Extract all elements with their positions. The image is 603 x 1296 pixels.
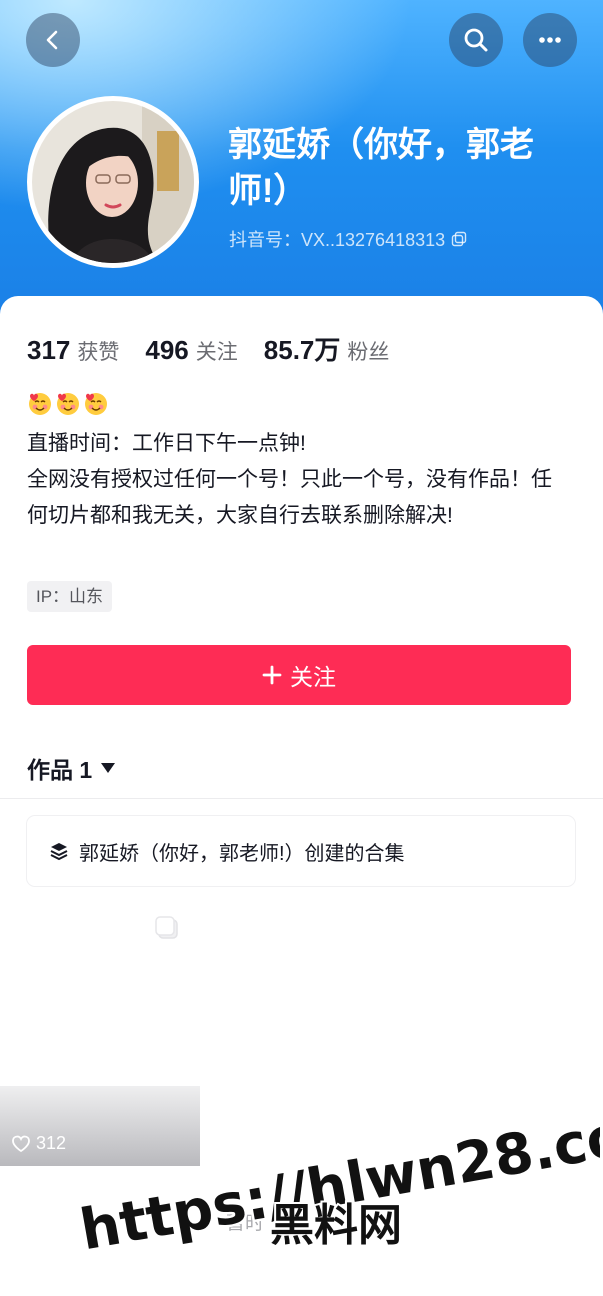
bio-emoji-row bbox=[27, 390, 109, 416]
collection-entry[interactable]: 郭延娇（你好，郭老师!）创建的合集 bbox=[27, 816, 575, 886]
copy-icon[interactable] bbox=[451, 231, 467, 247]
followers-count[interactable]: 85.7万 bbox=[264, 330, 341, 367]
likes-count: 317 bbox=[27, 335, 71, 365]
bio-line: 直播时间：工作日下午一点钟! bbox=[27, 432, 306, 455]
smiling-face-hearts-emoji-icon bbox=[29, 393, 51, 415]
search-button[interactable] bbox=[449, 13, 503, 67]
account-id-text: 抖音号：VX..13276418313 bbox=[229, 230, 446, 250]
profile-nickname: 郭延娇（你好，郭老师!） bbox=[228, 126, 534, 210]
back-button[interactable] bbox=[26, 13, 80, 67]
tab-works[interactable]: 作品 1 bbox=[27, 751, 116, 785]
account-id-row[interactable]: 抖音号：VX..13276418313 bbox=[229, 226, 467, 252]
bio-text: 直播时间：工作日下午一点钟! 全网没有授权过任何一个号！只此一个号，没有作品！任… bbox=[27, 426, 567, 534]
watermark-overlay: https://hlwn28.com 黑料网 bbox=[73, 1091, 600, 1255]
collection-label: 郭延娇（你好，郭老师!）创建的合集 bbox=[79, 842, 405, 865]
more-button[interactable] bbox=[523, 13, 577, 67]
smiling-face-hearts-emoji-icon bbox=[57, 393, 79, 415]
followers-label[interactable]: 粉丝 bbox=[347, 336, 389, 366]
video-like-count-text: 312 bbox=[36, 1133, 67, 1153]
follow-button[interactable]: 关注 bbox=[27, 645, 571, 705]
search-icon bbox=[464, 28, 488, 52]
divider bbox=[0, 798, 603, 799]
image-placeholder-icon bbox=[155, 916, 178, 939]
ip-location-tag: IP：山东 bbox=[27, 581, 113, 612]
following-count[interactable]: 496 bbox=[145, 335, 188, 366]
stats-row: 317 获赞 496 关注 85.7万 粉丝 bbox=[27, 330, 415, 367]
following-label[interactable]: 关注 bbox=[196, 336, 238, 366]
likes-label: 获赞 bbox=[77, 341, 120, 364]
watermark-site: 黑料网 bbox=[270, 1200, 402, 1251]
avatar[interactable] bbox=[27, 96, 199, 268]
bio-line: 全网没有授权过任何一个号！只此一个号，没有作品！任何切片都和我无关，大家自行去联… bbox=[27, 468, 552, 527]
avatar-photo bbox=[32, 101, 194, 263]
follow-button-label: 关注 bbox=[290, 664, 336, 690]
smiling-face-hearts-emoji-icon bbox=[85, 393, 107, 415]
more-horizontal-icon bbox=[539, 37, 561, 43]
caret-down-icon bbox=[101, 763, 116, 773]
plus-icon bbox=[262, 665, 282, 685]
video-like-count: 312 bbox=[11, 1133, 66, 1154]
layers-icon bbox=[50, 843, 68, 861]
chevron-left-icon bbox=[46, 30, 58, 50]
heart-outline-icon bbox=[12, 1135, 30, 1152]
tab-works-label: 作品 1 bbox=[27, 757, 93, 783]
